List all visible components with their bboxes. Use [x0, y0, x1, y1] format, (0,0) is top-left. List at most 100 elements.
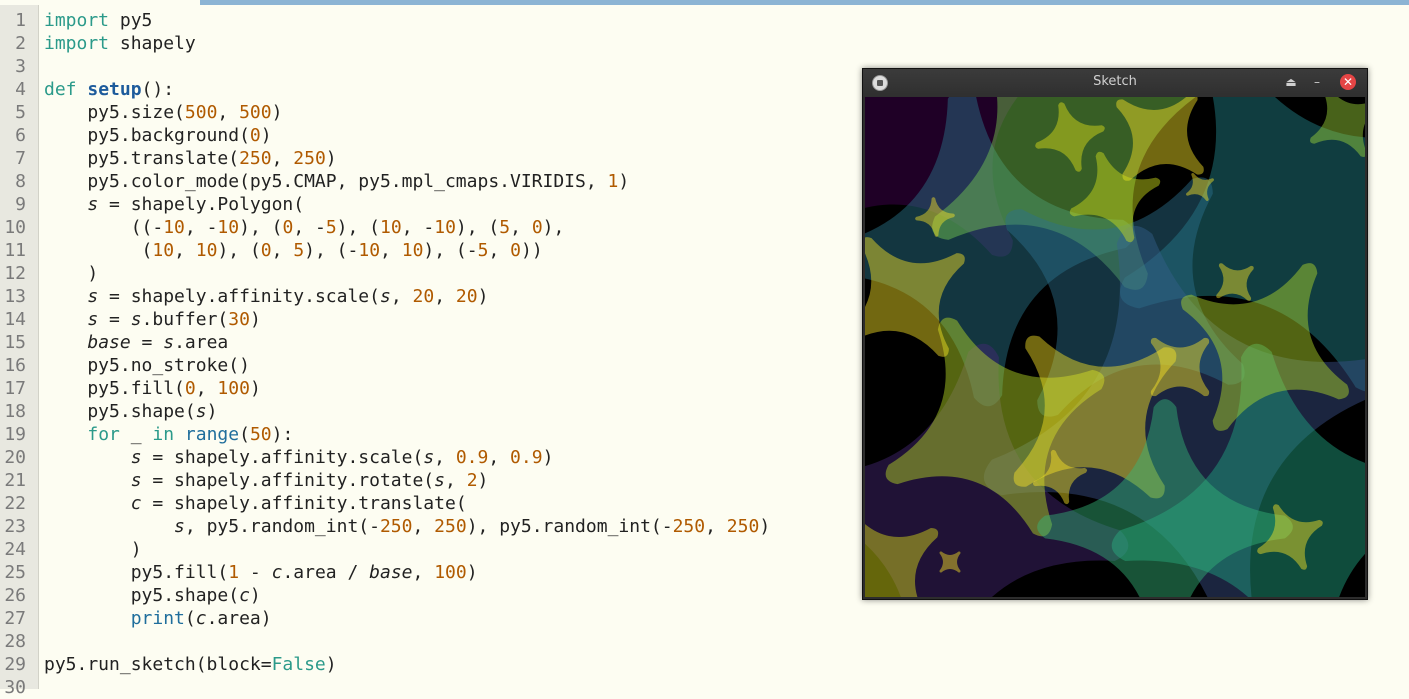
- code-text[interactable]: ): [44, 538, 142, 561]
- code-text[interactable]: py5.no_stroke(): [44, 354, 250, 377]
- code-token: ,: [434, 447, 456, 468]
- code-token: )): [520, 240, 543, 261]
- code-token: s: [434, 470, 445, 491]
- code-text[interactable]: py5.background(0): [44, 124, 271, 147]
- sketch-titlebar[interactable]: Sketch ⏏ – ✕: [863, 69, 1367, 97]
- code-text[interactable]: s = shapely.affinity.rotate(s, 2): [44, 469, 489, 492]
- code-token: base: [87, 332, 131, 353]
- code-token: = shapely.affinity.scale(: [141, 447, 424, 468]
- code-token: ,: [510, 217, 532, 238]
- line-number: 5: [15, 102, 26, 123]
- code-token: s: [130, 309, 142, 330]
- code-text[interactable]: for _ in range(50):: [44, 423, 293, 446]
- code-token: ), (: [239, 217, 283, 238]
- code-text[interactable]: (10, 10), (0, 5), (-10, 10), (-5, 0)): [44, 239, 543, 262]
- code-token: = shapely.Polygon(: [98, 194, 305, 215]
- line-number: 1: [15, 10, 26, 31]
- sketch-canvas[interactable]: [865, 97, 1365, 597]
- code-token: ,: [488, 240, 511, 261]
- code-text[interactable]: s = s.buffer(30): [44, 308, 260, 331]
- code-token: py5.shape(: [44, 401, 196, 422]
- code-text[interactable]: s, py5.random_int(-250, 250), py5.random…: [44, 515, 770, 538]
- code-token: ): [618, 171, 630, 192]
- code-token: 100: [217, 378, 250, 399]
- code-text[interactable]: py5.run_sketch(block=False): [44, 653, 337, 676]
- code-token: import: [44, 10, 110, 31]
- code-text[interactable]: def setup():: [44, 78, 174, 101]
- code-token: s: [130, 447, 142, 468]
- code-token: 0: [510, 240, 521, 261]
- code-token: ,: [705, 516, 727, 537]
- code-token: 1: [607, 171, 619, 192]
- editor-top-bar: [0, 0, 1409, 5]
- code-token: 0: [184, 378, 196, 399]
- code-text[interactable]: base = s.area: [44, 331, 228, 354]
- code-text[interactable]: py5.translate(250, 250): [44, 147, 337, 170]
- code-token: (: [184, 608, 196, 629]
- code-token: 0.9: [455, 447, 489, 468]
- code-token: , -: [293, 217, 326, 238]
- code-token: =: [130, 332, 164, 353]
- code-text[interactable]: s = shapely.affinity.scale(s, 0.9, 0.9): [44, 446, 554, 469]
- code-token: 10: [152, 240, 175, 261]
- code-token: ,: [434, 286, 456, 307]
- code-text[interactable]: print(c.area): [44, 607, 272, 630]
- code-token: py5.run_sketch(block=: [44, 654, 272, 675]
- code-text[interactable]: py5.shape(s): [44, 400, 217, 423]
- minimize-button[interactable]: ⏏: [1283, 74, 1299, 90]
- code-token: ),: [542, 217, 565, 238]
- code-token: , -: [184, 217, 218, 238]
- code-token: 250: [293, 148, 326, 169]
- code-text[interactable]: s = shapely.affinity.scale(s, 20, 20): [44, 285, 488, 308]
- sketch-window[interactable]: Sketch ⏏ – ✕: [862, 68, 1368, 600]
- code-text[interactable]: py5.color_mode(py5.CMAP, py5.mpl_cmaps.V…: [44, 170, 629, 193]
- code-token: ): [466, 562, 478, 583]
- code-token: ), (: [217, 240, 261, 261]
- code-token: shapely: [109, 33, 196, 54]
- code-text[interactable]: import shapely: [44, 32, 196, 55]
- code-token: ): [206, 401, 218, 422]
- line-number: 29: [4, 654, 26, 675]
- code-token: s: [423, 447, 435, 468]
- code-token: ): [325, 148, 337, 169]
- code-token: py5: [109, 10, 153, 31]
- code-token: ), (-: [423, 240, 478, 261]
- code-token: _: [119, 424, 153, 445]
- code-token: for: [87, 424, 120, 445]
- line-number: 22: [4, 493, 26, 514]
- code-token: ): [759, 516, 771, 537]
- line-number: 26: [4, 585, 26, 606]
- code-text[interactable]: py5.fill(0, 100): [44, 377, 260, 400]
- code-text[interactable]: py5.shape(c): [44, 584, 261, 607]
- code-token: 10: [380, 217, 402, 238]
- code-text[interactable]: c = shapely.affinity.translate(: [44, 492, 467, 515]
- code-token: py5.fill(: [44, 378, 185, 399]
- code-token: in: [152, 424, 175, 445]
- line-number: 19: [4, 424, 26, 445]
- code-token: py5.color_mode(py5.CMAP, py5.mpl_cmaps.V…: [44, 171, 608, 192]
- code-token: ):: [271, 424, 294, 445]
- line-number: 15: [4, 332, 26, 353]
- line-number: 27: [4, 608, 26, 629]
- code-token: 5: [477, 240, 489, 261]
- code-token: (: [239, 424, 250, 445]
- code-text[interactable]: py5.size(500, 500): [44, 101, 282, 124]
- restore-button[interactable]: –: [1309, 74, 1325, 90]
- close-button[interactable]: ✕: [1340, 74, 1356, 90]
- code-token: 10: [195, 240, 218, 261]
- code-text[interactable]: ((-10, -10), (0, -5), (10, -10), (5, 0),: [44, 216, 565, 239]
- code-token: 5: [499, 217, 511, 238]
- code-text[interactable]: import py5: [44, 9, 152, 32]
- line-number: 2: [15, 33, 26, 54]
- code-token: 1: [228, 562, 240, 583]
- code-text[interactable]: ): [44, 262, 98, 285]
- code-token: py5.fill(: [44, 562, 229, 583]
- code-text[interactable]: s = shapely.Polygon(: [44, 193, 304, 216]
- code-text[interactable]: py5.fill(1 - c.area / base, 100): [44, 561, 478, 584]
